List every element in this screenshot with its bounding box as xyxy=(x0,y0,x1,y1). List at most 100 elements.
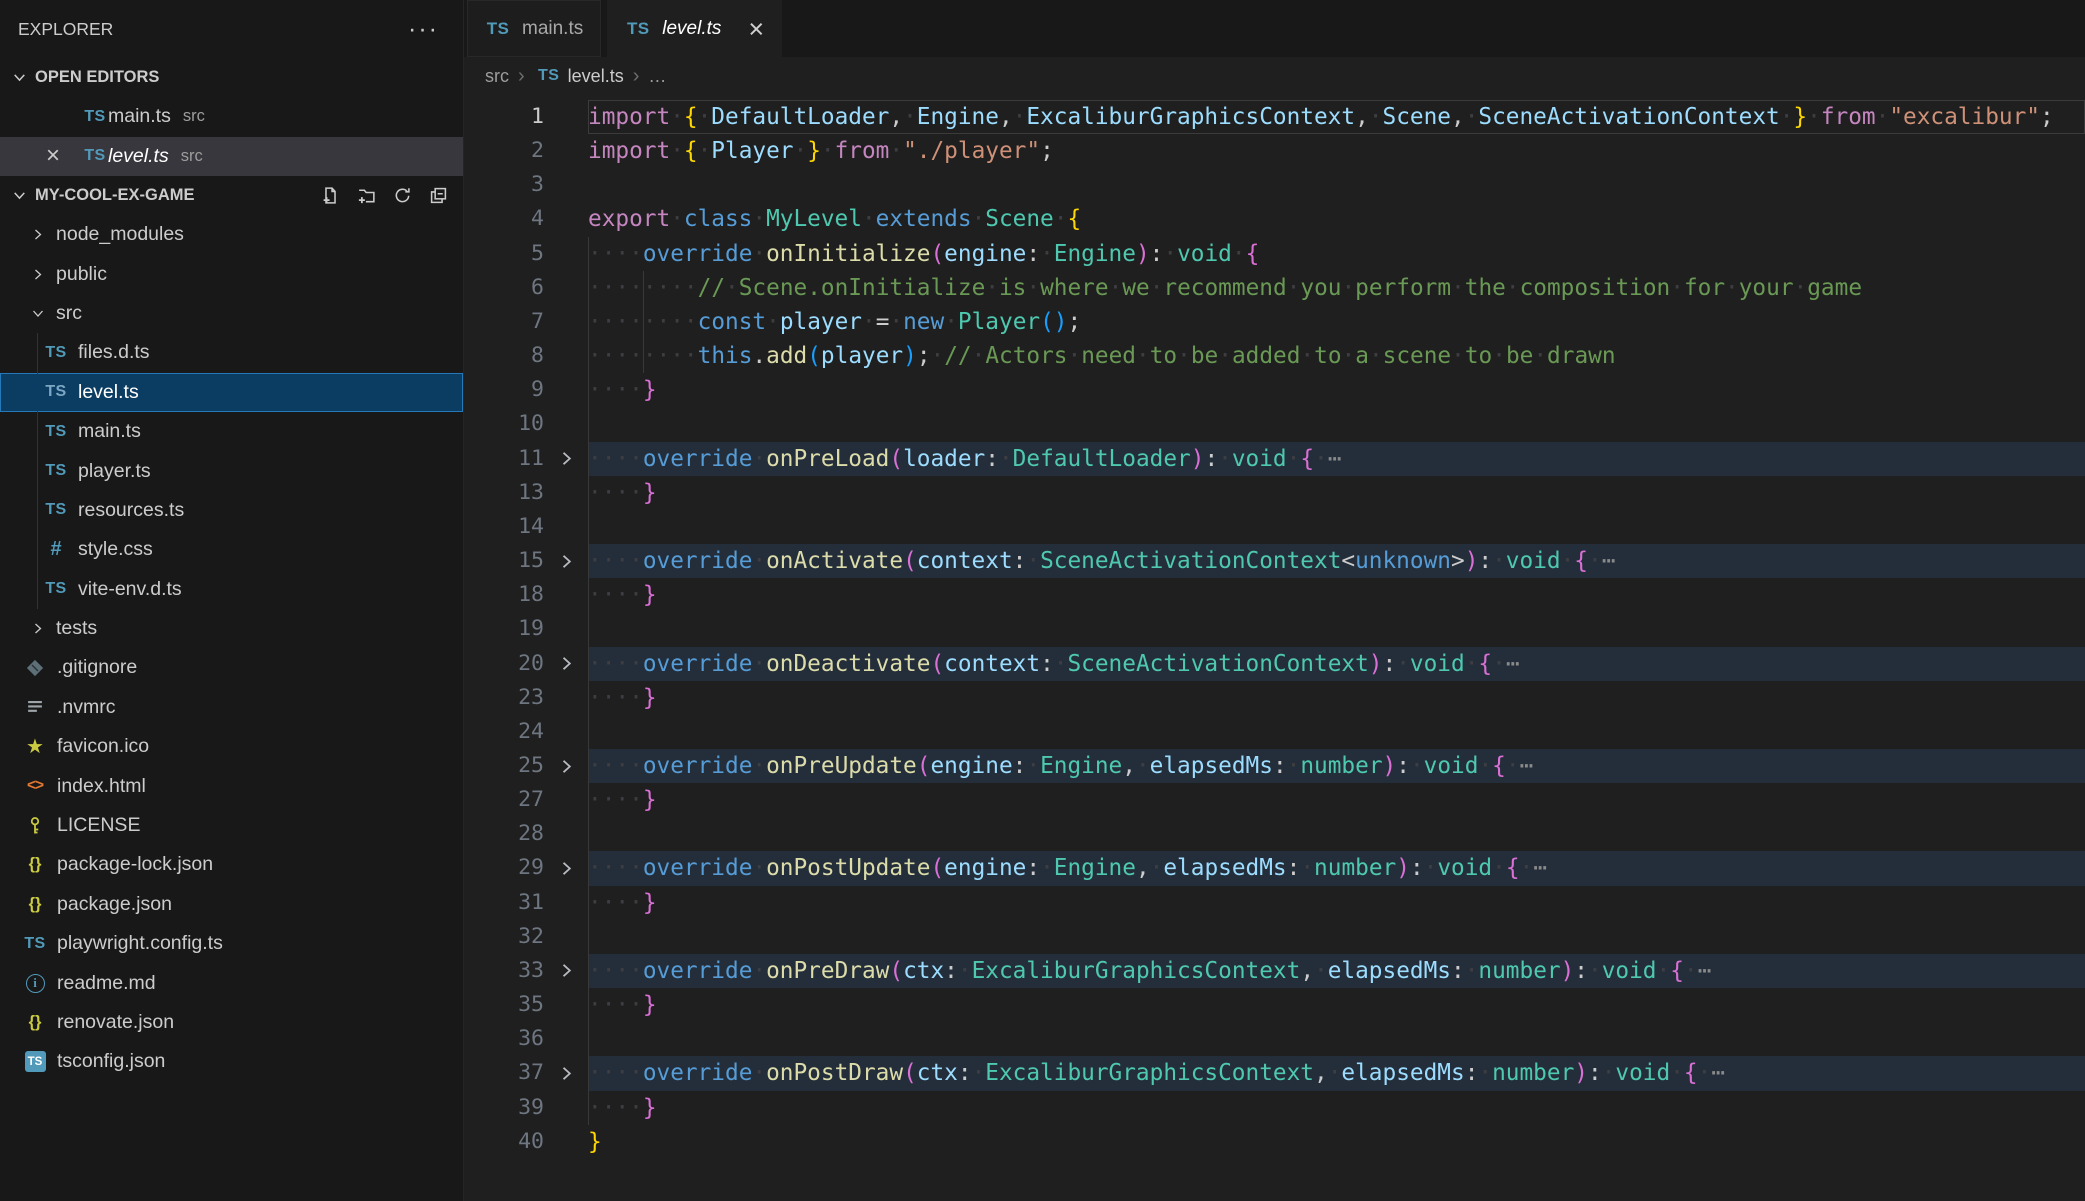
more-actions-icon[interactable]: ··· xyxy=(408,24,439,34)
fold-chevron-icon[interactable] xyxy=(544,954,588,988)
tree-folder-tests[interactable]: tests xyxy=(0,609,463,648)
code-line-28[interactable]: 28 xyxy=(464,817,2085,851)
tree-item-label: LICENSE xyxy=(57,814,140,837)
code-line-6[interactable]: 6········//·Scene.onInitialize·is·where·… xyxy=(464,271,2085,305)
code-line-20[interactable]: 20····override·onDeactivate(context:·Sce… xyxy=(464,647,2085,681)
code-line-3[interactable]: 3 xyxy=(464,168,2085,202)
open-editor-item-main.ts[interactable]: TSmain.tssrc xyxy=(0,97,463,137)
ts-icon: TS xyxy=(485,19,511,39)
tree-item-label: favicon.ico xyxy=(57,735,149,758)
code-line-23[interactable]: 23····} xyxy=(464,681,2085,715)
indent-guide xyxy=(588,373,589,407)
fold-slot xyxy=(544,271,588,305)
fold-chevron-icon[interactable] xyxy=(544,442,588,476)
line-number: 2 xyxy=(464,134,544,168)
breadcrumb-label: … xyxy=(648,66,666,87)
code-line-32[interactable]: 32 xyxy=(464,920,2085,954)
open-editors-section-header[interactable]: OPEN EDITORS xyxy=(0,58,463,97)
line-number: 35 xyxy=(464,988,544,1022)
explorer-sidebar: EXPLORER ··· OPEN EDITORS TSmain.tssrc×T… xyxy=(0,0,463,1201)
tab-main.ts[interactable]: TSmain.ts xyxy=(467,0,601,57)
fold-chevron-icon[interactable] xyxy=(544,647,588,681)
tree-item-playwright.config.ts[interactable]: TSplaywright.config.ts xyxy=(0,924,463,963)
code-line-10[interactable]: 10 xyxy=(464,407,2085,441)
code-line-13[interactable]: 13····} xyxy=(464,476,2085,510)
fold-chevron-icon[interactable] xyxy=(544,1056,588,1090)
workspace-section-header[interactable]: MY-COOL-EX-GAME xyxy=(0,176,463,215)
code-line-14[interactable]: 14 xyxy=(464,510,2085,544)
code-line-4[interactable]: 4export·class·MyLevel·extends·Scene·{ xyxy=(464,202,2085,236)
tree-item-favicon.ico[interactable]: ★favicon.ico xyxy=(0,727,463,766)
tree-item-renovate.json[interactable]: {}renovate.json xyxy=(0,1003,463,1042)
code-line-5[interactable]: 5····override·onInitialize(engine:·Engin… xyxy=(464,237,2085,271)
tree-item-vite-env.d.ts[interactable]: TSvite-env.d.ts xyxy=(0,570,463,609)
code-line-11[interactable]: 11····override·onPreLoad(loader:·Default… xyxy=(464,442,2085,476)
tree-folder-public[interactable]: public xyxy=(0,254,463,293)
tree-item-.gitignore[interactable]: .gitignore xyxy=(0,648,463,687)
open-editor-label: main.ts xyxy=(108,105,171,128)
tree-item-tsconfig.json[interactable]: TStsconfig.json xyxy=(0,1042,463,1081)
breadcrumb-item-level.ts[interactable]: TSlevel.ts xyxy=(534,66,624,87)
tree-item-readme.md[interactable]: ireadme.md xyxy=(0,963,463,1002)
fold-chevron-icon[interactable] xyxy=(544,749,588,783)
code-line-37[interactable]: 37····override·onPostDraw(ctx:·Excalibur… xyxy=(464,1056,2085,1090)
tree-item-style.css[interactable]: #style.css xyxy=(0,530,463,569)
breadcrumb-item-src[interactable]: src xyxy=(485,66,509,87)
tree-item-.nvmrc[interactable]: .nvmrc xyxy=(0,688,463,727)
code-line-36[interactable]: 36 xyxy=(464,1022,2085,1056)
indent-guide xyxy=(588,612,589,646)
code-line-31[interactable]: 31····} xyxy=(464,886,2085,920)
code-line-9[interactable]: 9····} xyxy=(464,373,2085,407)
chevron-down-icon xyxy=(8,69,30,86)
code-line-33[interactable]: 33····override·onPreDraw(ctx:·ExcaliburG… xyxy=(464,954,2085,988)
fold-slot xyxy=(544,886,588,920)
indent-guide xyxy=(588,783,589,817)
chevron-right-icon xyxy=(30,266,46,283)
breadcrumb-item-…[interactable]: … xyxy=(648,66,666,87)
code-line-39[interactable]: 39····} xyxy=(464,1091,2085,1125)
tree-item-label: package-lock.json xyxy=(57,853,213,876)
fold-chevron-icon[interactable] xyxy=(544,851,588,885)
tree-folder-src[interactable]: src xyxy=(0,294,463,333)
fold-chevron-icon[interactable] xyxy=(544,544,588,578)
indent-guide xyxy=(588,442,589,476)
code-line-1[interactable]: 1import·{·DefaultLoader,·Engine,·Excalib… xyxy=(464,100,2085,134)
tree-item-level.ts[interactable]: TSlevel.ts xyxy=(0,373,463,412)
tree-item-index.html[interactable]: <>index.html xyxy=(0,766,463,805)
tree-item-package-lock.json[interactable]: {}package-lock.json xyxy=(0,845,463,884)
tab-bar: TSmain.tsTSlevel.ts× xyxy=(464,0,2085,57)
code-line-40[interactable]: 40} xyxy=(464,1125,2085,1159)
code-line-15[interactable]: 15····override·onActivate(context:·Scene… xyxy=(464,544,2085,578)
code-line-2[interactable]: 2import·{·Player·}·from·"./player"; xyxy=(464,134,2085,168)
code-line-7[interactable]: 7········const·player·=·new·Player(); xyxy=(464,305,2085,339)
collapse-all-icon[interactable] xyxy=(427,185,449,207)
line-number: 8 xyxy=(464,339,544,373)
code-line-content: ········//·Scene.onInitialize·is·where·w… xyxy=(588,271,2085,305)
code-line-8[interactable]: 8········this.add(player);·//·Actors·nee… xyxy=(464,339,2085,373)
tab-level.ts[interactable]: TSlevel.ts× xyxy=(607,0,782,57)
code-line-18[interactable]: 18····} xyxy=(464,578,2085,612)
tree-item-files.d.ts[interactable]: TSfiles.d.ts xyxy=(0,333,463,372)
tree-item-main.ts[interactable]: TSmain.ts xyxy=(0,412,463,451)
code-line-content: ····} xyxy=(588,988,2085,1022)
code-line-19[interactable]: 19 xyxy=(464,612,2085,646)
tree-item-LICENSE[interactable]: LICENSE xyxy=(0,806,463,845)
new-file-icon[interactable] xyxy=(319,185,341,207)
code-line-25[interactable]: 25····override·onPreUpdate(engine:·Engin… xyxy=(464,749,2085,783)
tree-folder-node_modules[interactable]: node_modules xyxy=(0,215,463,254)
code-editor[interactable]: 1import·{·DefaultLoader,·Engine,·Excalib… xyxy=(464,95,2085,1201)
line-number: 32 xyxy=(464,920,544,954)
close-icon[interactable]: × xyxy=(748,19,764,39)
code-line-27[interactable]: 27····} xyxy=(464,783,2085,817)
list-icon xyxy=(22,697,48,717)
code-line-35[interactable]: 35 ····} xyxy=(464,988,2085,1022)
tree-item-package.json[interactable]: {}package.json xyxy=(0,885,463,924)
tree-item-resources.ts[interactable]: TSresources.ts xyxy=(0,491,463,530)
close-icon[interactable]: × xyxy=(46,142,82,170)
code-line-24[interactable]: 24 xyxy=(464,715,2085,749)
open-editor-item-level.ts[interactable]: ×TSlevel.tssrc xyxy=(0,137,463,177)
refresh-icon[interactable] xyxy=(391,185,413,207)
code-line-29[interactable]: 29····override·onPostUpdate(engine:·Engi… xyxy=(464,851,2085,885)
tree-item-player.ts[interactable]: TSplayer.ts xyxy=(0,451,463,490)
new-folder-icon[interactable] xyxy=(355,185,377,207)
